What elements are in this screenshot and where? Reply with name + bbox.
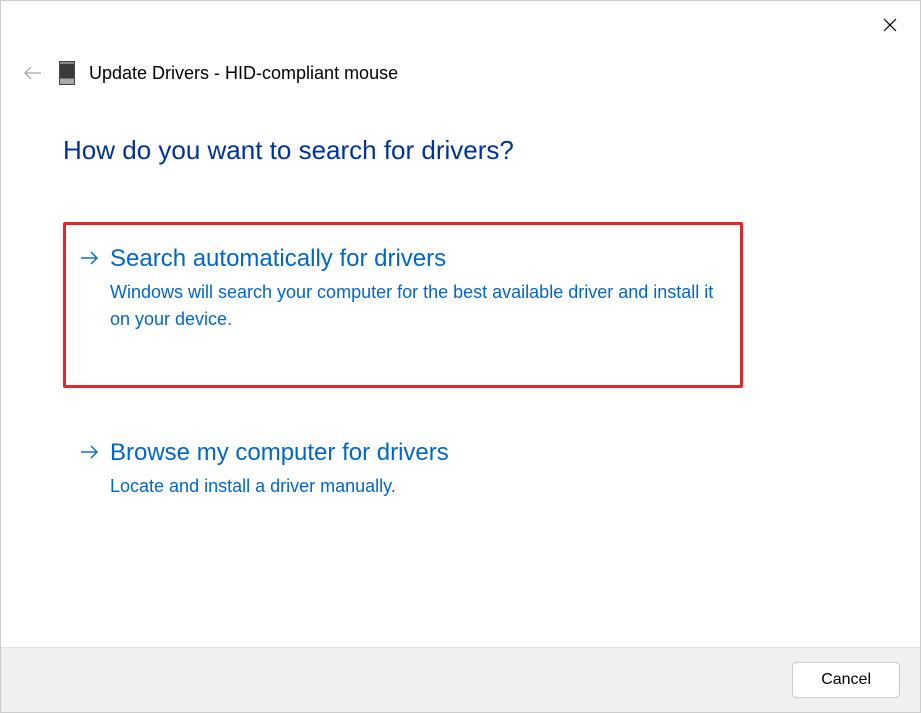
dialog-title: Update Drivers - HID-compliant mouse — [89, 63, 398, 84]
close-icon — [883, 18, 897, 32]
update-drivers-dialog: Update Drivers - HID-compliant mouse How… — [0, 0, 921, 713]
page-heading: How do you want to search for drivers? — [63, 135, 858, 166]
dialog-content: How do you want to search for drivers? S… — [1, 85, 920, 647]
dialog-footer: Cancel — [1, 647, 920, 712]
option-search-automatically[interactable]: Search automatically for drivers Windows… — [63, 222, 743, 388]
arrow-right-icon — [80, 249, 100, 333]
dialog-header: Update Drivers - HID-compliant mouse — [1, 1, 920, 85]
device-icon — [59, 61, 75, 85]
option-title: Search automatically for drivers — [110, 245, 716, 273]
option-description: Windows will search your computer for th… — [110, 279, 716, 333]
option-description: Locate and install a driver manually. — [110, 473, 716, 500]
close-button[interactable] — [878, 13, 902, 37]
back-button[interactable] — [21, 61, 45, 85]
arrow-right-icon — [80, 443, 100, 500]
option-browse-computer[interactable]: Browse my computer for drivers Locate an… — [63, 416, 743, 527]
option-content: Browse my computer for drivers Locate an… — [110, 439, 716, 500]
option-title: Browse my computer for drivers — [110, 439, 716, 467]
cancel-button[interactable]: Cancel — [792, 662, 900, 698]
option-content: Search automatically for drivers Windows… — [110, 245, 716, 333]
back-arrow-icon — [23, 65, 43, 81]
